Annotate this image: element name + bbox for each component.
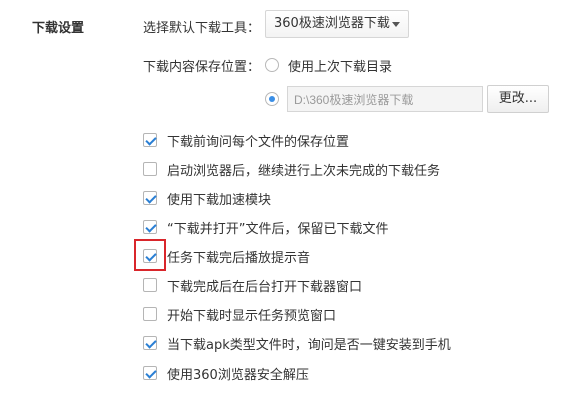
checkbox[interactable] — [143, 191, 157, 205]
option-open-downloader-background[interactable]: 下载完成后在后台打开下载器窗口 — [143, 276, 363, 295]
download-tool-dropdown[interactable]: 360极速浏览器下载 — [265, 10, 409, 38]
checkbox[interactable] — [143, 278, 157, 292]
option-label: 使用360浏览器安全解压 — [167, 367, 309, 383]
checkbox[interactable] — [143, 220, 157, 234]
checkbox[interactable] — [143, 366, 157, 380]
highlight-box — [134, 239, 166, 271]
section-title: 下载设置 — [32, 21, 85, 36]
radio-custom-dir[interactable] — [265, 92, 279, 106]
option-label: 启动浏览器后，继续进行上次未完成的下载任务 — [167, 163, 441, 179]
download-tool-label: 选择默认下载工具： — [143, 21, 261, 36]
option-safe-extract[interactable]: 使用360浏览器安全解压 — [143, 364, 309, 383]
option-play-sound[interactable]: 任务下载完后播放提示音 — [143, 247, 311, 266]
radio-last-dir-label[interactable]: 使用上次下载目录 — [288, 56, 392, 75]
radio-last-dir[interactable] — [265, 58, 279, 72]
option-show-preview[interactable]: 开始下载时显示任务预览窗口 — [143, 305, 337, 324]
checkbox[interactable] — [143, 162, 157, 176]
option-label: 任务下载完后播放提示音 — [167, 250, 311, 266]
save-location-label: 下载内容保存位置： — [143, 60, 261, 75]
option-label: 下载前询问每个文件的保存位置 — [167, 134, 350, 150]
download-tool-selected: 360极速浏览器下载 — [274, 16, 390, 31]
checkbox[interactable] — [143, 336, 157, 350]
chevron-down-icon — [392, 22, 400, 27]
option-acceleration[interactable]: 使用下载加速模块 — [143, 189, 272, 208]
checkbox[interactable] — [143, 307, 157, 321]
option-label: “下载并打开”文件后，保留已下载文件 — [167, 221, 389, 237]
option-label: 当下载apk类型文件时，询问是否一键安装到手机 — [167, 337, 451, 353]
option-keep-opened-files[interactable]: “下载并打开”文件后，保留已下载文件 — [143, 218, 389, 237]
option-label: 开始下载时显示任务预览窗口 — [167, 308, 337, 324]
option-ask-save-location[interactable]: 下载前询问每个文件的保存位置 — [143, 131, 350, 150]
option-label: 使用下载加速模块 — [167, 192, 272, 208]
option-resume-downloads[interactable]: 启动浏览器后，继续进行上次未完成的下载任务 — [143, 160, 441, 179]
download-path-field[interactable] — [287, 86, 483, 112]
change-path-button[interactable]: 更改... — [487, 85, 549, 113]
option-label: 下载完成后在后台打开下载器窗口 — [167, 279, 363, 295]
option-apk-install[interactable]: 当下载apk类型文件时，询问是否一键安装到手机 — [143, 334, 451, 353]
checkbox[interactable] — [143, 133, 157, 147]
